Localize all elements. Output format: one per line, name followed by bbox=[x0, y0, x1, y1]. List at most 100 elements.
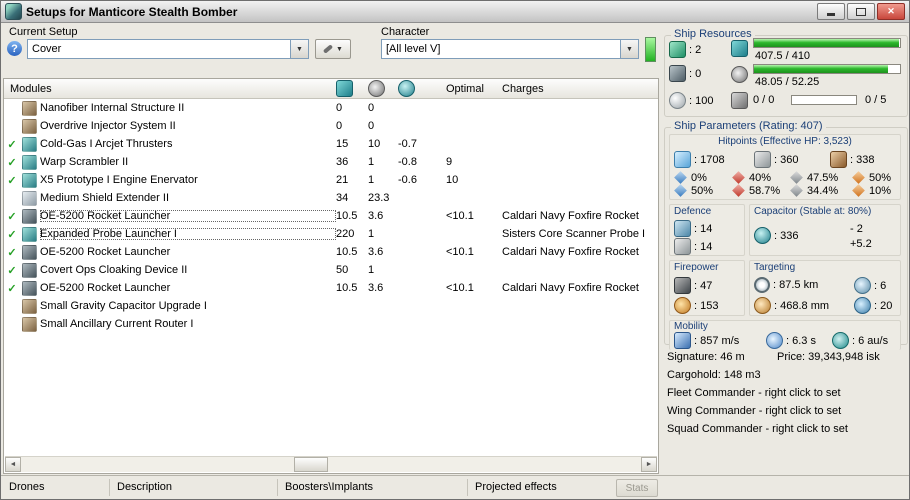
close-button[interactable]: ✕ bbox=[877, 3, 905, 20]
module-name: OE-5200 Rocket Launcher bbox=[40, 210, 336, 222]
wrench-icon bbox=[322, 44, 334, 54]
module-pg: 1 bbox=[368, 228, 375, 240]
charges-column-header[interactable]: Charges bbox=[502, 83, 658, 95]
table-row[interactable]: Medium Shield Extender II 34 23.3 bbox=[4, 189, 658, 207]
module-cpu: 10.5 bbox=[336, 210, 358, 222]
cpu-bar bbox=[753, 38, 901, 48]
horizontal-scrollbar[interactable]: ◄ ► bbox=[5, 456, 657, 472]
bottom-panel-bar: Drones Description Boosters\Implants Pro… bbox=[1, 475, 909, 499]
character-select[interactable]: [All level V] ▼ bbox=[381, 39, 639, 59]
check-icon: ✓ bbox=[7, 210, 17, 223]
chevron-down-icon[interactable]: ▼ bbox=[620, 40, 638, 58]
scroll-right-button[interactable]: ► bbox=[641, 457, 657, 472]
module-pg: 3.6 bbox=[368, 210, 384, 222]
module-cap: -0.8 bbox=[398, 156, 417, 168]
table-row[interactable]: ✓ Warp Scrambler II 36 1 -0.8 9 bbox=[4, 153, 658, 171]
module-icon bbox=[22, 154, 37, 170]
fleet-commander-text[interactable]: Fleet Commander - right click to set bbox=[667, 387, 841, 399]
title-bar[interactable]: Setups for Manticore Stealth Bomber ✕ bbox=[1, 1, 909, 23]
shield-em-resist: 0% bbox=[691, 171, 707, 184]
scroll-left-button[interactable]: ◄ bbox=[5, 457, 21, 472]
table-row[interactable]: ✓ OE-5200 Rocket Launcher 10.5 3.6 <10.1… bbox=[4, 207, 658, 225]
module-name: Cold-Gas I Arcjet Thrusters bbox=[40, 138, 173, 150]
capacitor-column-icon[interactable] bbox=[398, 80, 415, 97]
cpu-column-icon[interactable] bbox=[336, 80, 353, 97]
divider bbox=[277, 479, 278, 496]
module-name: Warp Scrambler II bbox=[40, 156, 129, 168]
scrollbar-thumb[interactable] bbox=[293, 457, 328, 472]
drones-text: 0 / 5 bbox=[865, 94, 887, 106]
drone-bar bbox=[791, 95, 857, 105]
module-name: Small Ancillary Current Router I bbox=[40, 318, 194, 330]
setup-select[interactable]: Cover ▼ bbox=[27, 39, 309, 59]
scan-resolution-icon bbox=[754, 297, 771, 314]
targeting-box: Targeting : 87.5 km : 6 : 468.8 mm : 20 bbox=[749, 260, 901, 316]
current-setup-label: Current Setup bbox=[9, 26, 78, 38]
targeting-range-icon bbox=[754, 277, 770, 293]
app-icon bbox=[5, 3, 22, 20]
tab-description[interactable]: Description bbox=[117, 481, 172, 493]
cpu-icon bbox=[731, 40, 748, 57]
minimize-button[interactable] bbox=[817, 3, 845, 20]
table-row[interactable]: ✓ OE-5200 Rocket Launcher 10.5 3.6 <10.1… bbox=[4, 279, 658, 297]
check-icon: ✓ bbox=[7, 174, 17, 187]
stats-button[interactable]: Stats bbox=[616, 479, 658, 497]
wing-commander-text[interactable]: Wing Commander - right click to set bbox=[667, 405, 841, 417]
table-row[interactable]: ✓ Cold-Gas I Arcjet Thrusters 15 10 -0.7 bbox=[4, 135, 658, 153]
module-icon bbox=[22, 244, 37, 260]
optimal-column-header[interactable]: Optimal bbox=[446, 83, 502, 95]
table-row[interactable]: ✓ OE-5200 Rocket Launcher 10.5 3.6 <10.1… bbox=[4, 243, 658, 261]
check-icon: ✓ bbox=[7, 156, 17, 169]
divider bbox=[109, 479, 110, 496]
module-cpu: 21 bbox=[336, 174, 349, 186]
module-name: Medium Shield Extender II bbox=[40, 192, 170, 204]
module-pg: 1 bbox=[368, 156, 375, 168]
shield-kinetic-resist: 47.5% bbox=[807, 171, 839, 184]
powergrid-bar bbox=[753, 64, 901, 74]
tab-projected-effects[interactable]: Projected effects bbox=[475, 481, 557, 493]
table-row[interactable]: ✓ Covert Ops Cloaking Device II 50 1 bbox=[4, 261, 658, 279]
module-cap: -0.7 bbox=[398, 138, 417, 150]
ship-resources-title: Ship Resources bbox=[671, 28, 755, 40]
module-optimal: <10.1 bbox=[446, 210, 474, 222]
module-name: Overdrive Injector System II bbox=[40, 120, 176, 132]
dps-icon bbox=[674, 297, 691, 314]
help-icon[interactable]: ? bbox=[7, 41, 22, 56]
module-optimal: 9 bbox=[446, 156, 453, 168]
module-cpu: 50 bbox=[336, 264, 349, 276]
minimize-icon bbox=[827, 13, 835, 16]
armor-hp-value: : 360 bbox=[774, 153, 799, 166]
module-charges: Caldari Navy Foxfire Rocket bbox=[502, 282, 639, 294]
setup-tools-button[interactable]: ▼ bbox=[315, 39, 351, 59]
powergrid-column-icon[interactable] bbox=[368, 80, 385, 97]
chevron-down-icon: ▼ bbox=[336, 45, 343, 53]
eft-window: { "window": { "title": "Setups for Manti… bbox=[0, 0, 910, 500]
tab-drones[interactable]: Drones bbox=[9, 481, 44, 493]
module-icon bbox=[22, 172, 37, 188]
table-row[interactable]: Small Gravity Capacitor Upgrade I bbox=[4, 297, 658, 315]
module-pg: 23.3 bbox=[368, 192, 390, 204]
armor-em-resist: 50% bbox=[691, 184, 714, 197]
modules-column-header[interactable]: Modules bbox=[4, 83, 336, 95]
squad-commander-text[interactable]: Squad Commander - right click to set bbox=[667, 423, 848, 435]
table-row[interactable]: ✓ X5 Prototype I Engine Enervator 21 1 -… bbox=[4, 171, 658, 189]
module-icon bbox=[22, 136, 37, 152]
module-pg: 1 bbox=[368, 174, 375, 186]
module-charges: Caldari Navy Foxfire Rocket bbox=[502, 210, 639, 222]
table-row[interactable]: Nanofiber Internal Structure II 0 0 bbox=[4, 99, 658, 117]
module-pg: 0 bbox=[368, 120, 375, 132]
check-icon: ✓ bbox=[7, 138, 17, 151]
chevron-down-icon[interactable]: ▼ bbox=[290, 40, 308, 58]
turret-hardpoints-value: : 2 bbox=[689, 43, 702, 56]
defence-box: Defence : 14 : 14 bbox=[669, 204, 745, 256]
module-name: Expanded Probe Launcher I bbox=[40, 228, 336, 240]
tab-boosters-implants[interactable]: Boosters\Implants bbox=[285, 481, 373, 493]
maximize-button[interactable] bbox=[847, 3, 875, 20]
targeting-title: Targeting bbox=[754, 262, 796, 273]
table-row[interactable]: Overdrive Injector System II 0 0 bbox=[4, 117, 658, 135]
table-row[interactable]: Small Ancillary Current Router I bbox=[4, 315, 658, 333]
scrollbar-track[interactable] bbox=[21, 457, 641, 472]
price-text: Price: 39,343,948 isk bbox=[777, 351, 880, 363]
cargohold-text: Cargohold: 148 m3 bbox=[667, 369, 761, 381]
table-row[interactable]: ✓ Expanded Probe Launcher I 220 1 Sister… bbox=[4, 225, 658, 243]
